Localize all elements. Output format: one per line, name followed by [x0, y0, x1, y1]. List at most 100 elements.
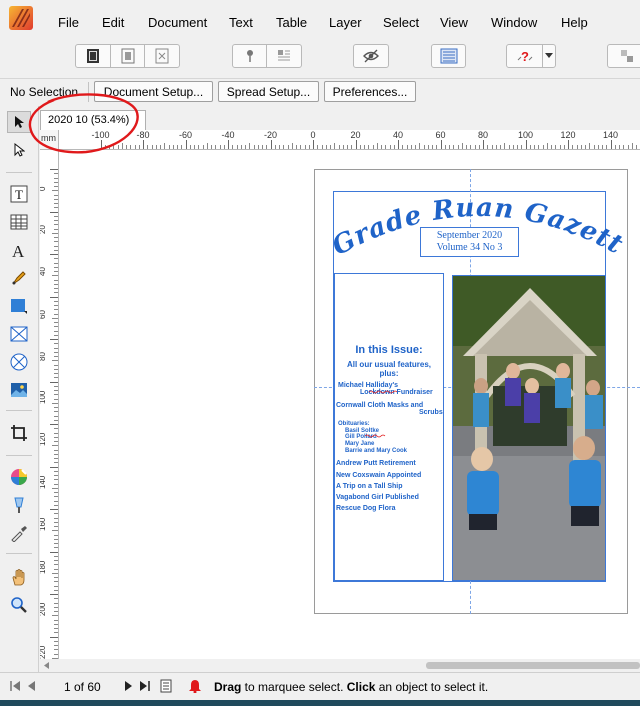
ruler-minor-tick — [155, 145, 157, 149]
ruler-minor-tick — [334, 143, 336, 149]
ruler-minor-tick — [54, 632, 58, 634]
menu-window[interactable]: Window — [491, 15, 537, 30]
ruler-major-tick — [50, 169, 58, 170]
crop-icon — [11, 425, 27, 441]
frame-text-tool[interactable]: T — [7, 183, 31, 205]
ruler-minor-tick — [623, 145, 625, 149]
ruler-minor-tick — [52, 402, 58, 404]
view-mode-preview-button[interactable] — [144, 44, 180, 68]
ruler-minor-tick — [54, 173, 58, 175]
ruler-minor-tick — [627, 145, 629, 149]
ruler-minor-tick — [54, 283, 58, 285]
scrollbar-thumb[interactable] — [426, 662, 640, 669]
last-page-icon[interactable] — [139, 681, 151, 691]
scroll-left-icon[interactable] — [44, 662, 50, 669]
ruler-minor-tick — [54, 526, 58, 527]
rectangle-tool[interactable] — [7, 295, 31, 317]
ruler-minor-tick — [500, 145, 501, 149]
preflight-dropdown-button[interactable] — [542, 44, 556, 68]
view-mode-bleed-button[interactable] — [110, 44, 145, 68]
ruler-minor-tick — [54, 462, 58, 464]
artistic-text-tool[interactable]: A — [7, 240, 31, 262]
ruler-minor-tick — [54, 653, 58, 655]
menu-table[interactable]: Table — [276, 15, 307, 30]
next-page-icon[interactable] — [124, 681, 133, 691]
ruler-label: 100 — [517, 130, 534, 140]
transparency-tool[interactable] — [7, 494, 31, 516]
notification-bell-icon[interactable] — [188, 679, 202, 693]
ruler-minor-tick — [177, 145, 178, 149]
ruler-minor-tick — [54, 322, 58, 323]
ruler-minor-tick — [504, 143, 506, 149]
spread-setup-button[interactable]: Spread Setup... — [218, 81, 319, 102]
first-page-icon[interactable] — [10, 681, 22, 691]
menu-text[interactable]: Text — [229, 15, 253, 30]
ruler-minor-tick — [147, 145, 149, 149]
ruler-minor-tick — [54, 398, 58, 400]
fill-tool[interactable] — [7, 466, 31, 488]
ruler-label: 140 — [40, 475, 47, 489]
ruler-minor-tick — [381, 145, 382, 149]
menu-help[interactable]: Help — [561, 15, 588, 30]
place-image-tool[interactable] — [7, 379, 31, 401]
ellipse-frame-tool[interactable] — [7, 351, 31, 373]
ruler-minor-tick — [54, 555, 58, 557]
ruler-minor-tick — [54, 407, 58, 408]
pen-tool[interactable] — [7, 267, 31, 289]
preflight-button[interactable]: ? — [506, 44, 543, 68]
page-counter[interactable]: 1 of 60 — [64, 680, 101, 694]
text-wrap-button[interactable] — [266, 44, 302, 68]
ruler-minor-tick — [54, 543, 58, 544]
ruler-minor-tick — [317, 145, 319, 149]
status-hint-text2: an object to select it. — [375, 680, 489, 694]
ruler-label: 20 — [40, 224, 47, 234]
ruler-ticks: 0 20 40 60 80 100 120 140 160 180 200 220 — [40, 149, 58, 659]
picture-frame-tool[interactable] — [7, 323, 31, 345]
ruler-minor-tick — [351, 145, 353, 149]
pages-panel-icon[interactable] — [160, 679, 172, 693]
ruler-minor-tick — [52, 190, 58, 192]
preview-mode-button[interactable] — [353, 44, 389, 68]
preferences-button[interactable]: Preferences... — [324, 81, 416, 102]
table-tool[interactable] — [7, 211, 31, 233]
ruler-major-tick — [483, 140, 484, 149]
ruler-minor-tick — [296, 145, 297, 149]
app-logo-icon[interactable] — [9, 6, 33, 30]
zoom-tool[interactable] — [7, 594, 31, 616]
page-normal-icon — [87, 49, 99, 63]
menu-select[interactable]: Select — [383, 15, 419, 30]
baseline-grid-button[interactable] — [431, 44, 466, 68]
ruler-label: -40 — [221, 130, 235, 140]
ruler-minor-tick — [54, 305, 58, 306]
ruler-minor-tick — [54, 215, 58, 217]
ruler-minor-tick — [52, 275, 58, 277]
horizontal-scrollbar[interactable] — [40, 659, 640, 672]
ruler-label: 80 — [477, 130, 488, 140]
ruler-minor-tick — [202, 145, 204, 149]
ruler-minor-tick — [181, 145, 183, 149]
assistant-button[interactable] — [607, 44, 640, 68]
view-tool[interactable] — [7, 566, 31, 588]
tool-separator — [6, 455, 32, 456]
svg-text:A: A — [12, 242, 25, 260]
menu-edit[interactable]: Edit — [102, 15, 124, 30]
pin-button[interactable] — [232, 44, 267, 68]
menu-file[interactable]: File — [58, 15, 79, 30]
color-picker-tool[interactable] — [7, 522, 31, 544]
menu-document[interactable]: Document — [148, 15, 207, 30]
ruler-minor-tick — [538, 145, 540, 149]
ruler-label: 200 — [40, 602, 47, 616]
view-mode-normal-button[interactable] — [75, 44, 111, 68]
previous-page-icon[interactable] — [27, 681, 36, 691]
ruler-label: 0 — [310, 130, 316, 140]
ruler-minor-tick — [52, 445, 58, 447]
vertical-ruler[interactable]: 0 20 40 60 80 100 120 140 160 180 200 220 — [40, 149, 59, 659]
contents-frame[interactable]: In this Issue: All our usual features, p… — [334, 273, 444, 581]
menu-layer[interactable]: Layer — [329, 15, 362, 30]
ruler-major-tick — [610, 140, 612, 149]
baseline-grid-icon — [440, 48, 457, 64]
crop-tool[interactable] — [7, 422, 31, 444]
issue-date-box[interactable]: September 2020 Volume 34 No 3 — [420, 227, 519, 257]
cover-photo[interactable] — [452, 275, 606, 581]
menu-view[interactable]: View — [440, 15, 468, 30]
